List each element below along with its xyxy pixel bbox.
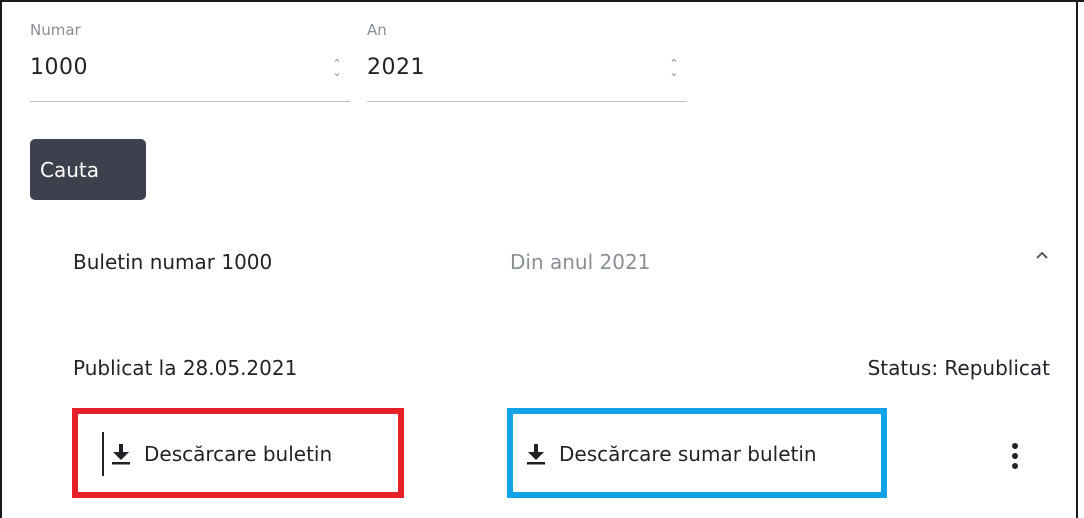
number-field-value[interactable]: 1000 [30, 55, 88, 80]
number-field-label: Numar [30, 21, 81, 39]
text-cursor [102, 432, 104, 476]
published-date: Publicat la 28.05.2021 [73, 356, 298, 380]
bulletin-title: Buletin numar 1000 [73, 250, 273, 274]
search-button[interactable]: Cauta [30, 139, 146, 200]
download-icon [527, 444, 545, 465]
number-field[interactable]: Numar 1000 ⌃ ⌄ [30, 21, 350, 103]
download-bulletin-button[interactable]: Descărcare buletin [110, 442, 332, 466]
year-field[interactable]: An 2021 ⌃ ⌄ [367, 21, 687, 103]
chevron-up-icon[interactable] [1034, 247, 1050, 263]
download-icon [112, 444, 130, 465]
year-field-underline [367, 101, 687, 102]
page-frame-right-edge [1076, 0, 1078, 518]
year-field-value[interactable]: 2021 [367, 55, 425, 80]
year-stepper-icon[interactable]: ⌃ ⌄ [665, 58, 683, 83]
bulletin-year: Din anul 2021 [510, 250, 651, 274]
status-text: Status: Republicat [867, 356, 1050, 380]
download-summary-label: Descărcare sumar buletin [559, 442, 817, 466]
vertical-ellipsis-icon[interactable] [1007, 443, 1023, 477]
number-stepper-icon[interactable]: ⌃ ⌄ [328, 58, 346, 83]
download-summary-button[interactable]: Descărcare sumar buletin [525, 442, 817, 466]
number-field-underline [30, 101, 350, 102]
download-bulletin-label: Descărcare buletin [144, 442, 333, 466]
year-field-label: An [367, 21, 387, 39]
